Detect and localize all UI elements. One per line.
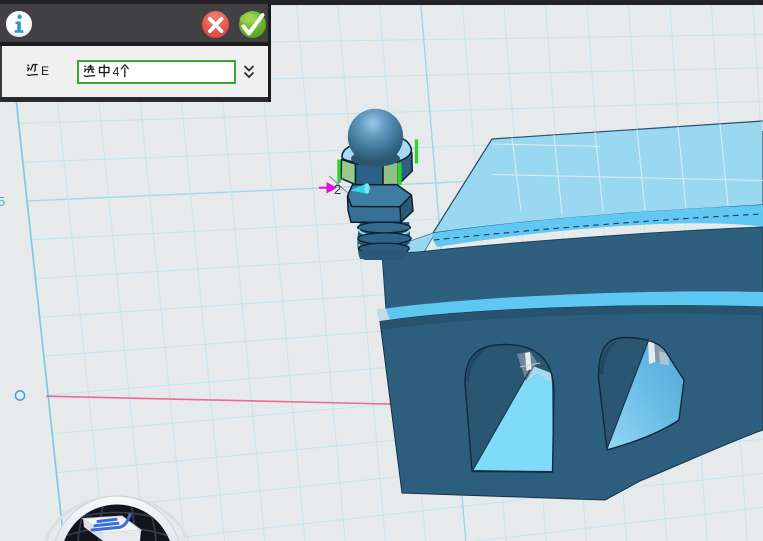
svg-text:4: 4 — [113, 65, 120, 79]
svg-text:E: E — [41, 64, 49, 78]
svg-text:5: 5 — [0, 194, 5, 209]
svg-text:2: 2 — [334, 182, 341, 197]
